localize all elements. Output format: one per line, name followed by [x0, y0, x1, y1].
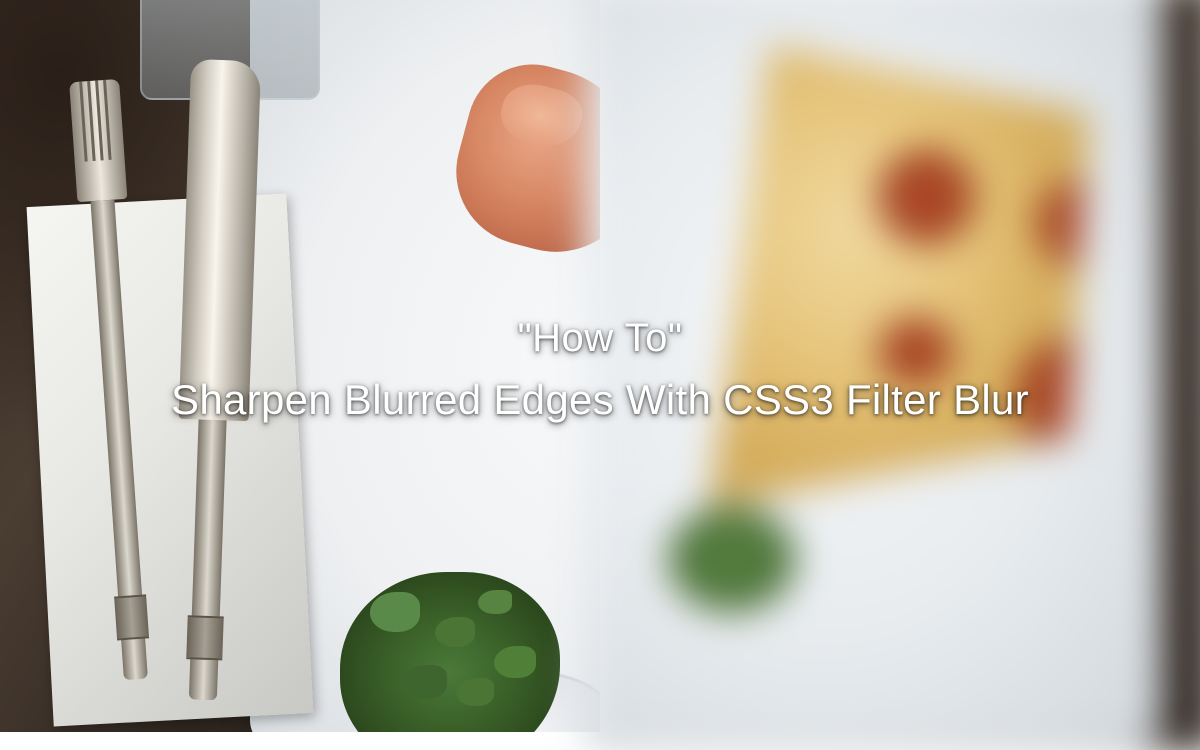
sharp-image-half: [0, 0, 600, 732]
pepperoni-topping: [879, 150, 974, 245]
blurred-image-half: [585, 0, 1200, 750]
blurred-herbs: [669, 507, 795, 612]
hero-image-container: "How To" Sharpen Blurred Edges With CSS3…: [0, 0, 1200, 732]
pepperoni-topping: [879, 318, 953, 386]
